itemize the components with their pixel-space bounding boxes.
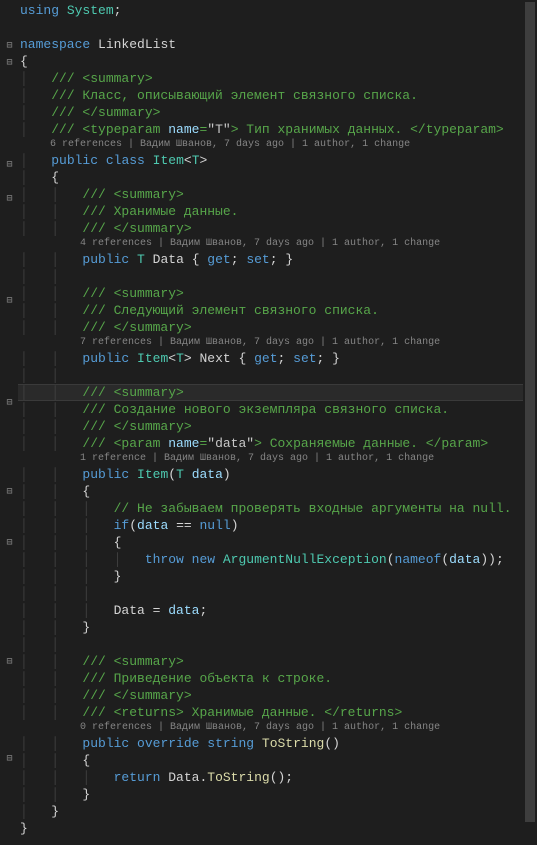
code-line[interactable]: │ │ public override string ToString() <box>18 735 537 752</box>
fold-icon[interactable] <box>4 58 15 69</box>
fold-icon[interactable] <box>4 538 15 549</box>
codelens[interactable]: 4 references | Вадим Шванов, 7 days ago … <box>18 237 537 251</box>
code-line[interactable]: │ │ <box>18 367 537 384</box>
codelens[interactable]: 6 references | Вадим Шванов, 7 days ago … <box>18 138 537 152</box>
code-line[interactable]: │ │ /// </summary> <box>18 319 537 336</box>
code-line[interactable]: │ │ /// </summary> <box>18 220 537 237</box>
code-line[interactable]: │ │ /// Приведение объекта к строке. <box>18 670 537 687</box>
code-line[interactable]: │ │ { <box>18 483 537 500</box>
codelens[interactable]: 7 references | Вадим Шванов, 7 days ago … <box>18 336 537 350</box>
code-line[interactable]: │ │ │ } <box>18 568 537 585</box>
code-line[interactable]: │ │ │ // Не забываем проверять входные а… <box>18 500 537 517</box>
fold-icon[interactable] <box>4 160 15 171</box>
code-line[interactable]: │ │ } <box>18 619 537 636</box>
code-line[interactable]: │ │ │ { <box>18 534 537 551</box>
fold-icon[interactable] <box>4 398 15 409</box>
code-line[interactable]: │ public class Item<T> <box>18 152 537 169</box>
code-line[interactable]: │ /// Класс, описывающий элемент связног… <box>18 87 537 104</box>
code-line[interactable]: │ { <box>18 169 537 186</box>
fold-icon[interactable] <box>4 657 15 668</box>
code-line[interactable]: │ │ /// <summary> <box>18 384 537 401</box>
fold-icon[interactable] <box>4 296 15 307</box>
fold-icon[interactable] <box>4 487 15 498</box>
code-line[interactable]: │ │ /// Создание нового экземпляра связн… <box>18 401 537 418</box>
code-line[interactable]: │ │ /// <param name="data"> Сохраняемые … <box>18 435 537 452</box>
code-line[interactable]: } <box>18 820 537 837</box>
code-line[interactable]: │ │ /// </summary> <box>18 418 537 435</box>
code-line[interactable]: │ /// <summary> <box>18 70 537 87</box>
code-line[interactable]: │ │ public Item(T data) <box>18 466 537 483</box>
fold-icon[interactable] <box>4 41 15 52</box>
code-area[interactable]: using System; namespace LinkedList { │ /… <box>18 0 537 845</box>
code-line[interactable]: │ │ /// </summary> <box>18 687 537 704</box>
codelens[interactable]: 0 references | Вадим Шванов, 7 days ago … <box>18 721 537 735</box>
codelens[interactable]: 1 reference | Вадим Шванов, 7 days ago |… <box>18 452 537 466</box>
code-line[interactable]: │ │ public T Data { get; set; } <box>18 251 537 268</box>
code-line[interactable]: │ │ │ if(data == null) <box>18 517 537 534</box>
code-line[interactable]: │ /// <typeparam name="T"> Тип хранимых … <box>18 121 537 138</box>
code-line[interactable]: │ │ /// Следующий элемент связного списк… <box>18 302 537 319</box>
code-line[interactable]: │ │ │ │ throw new ArgumentNullException(… <box>18 551 537 568</box>
code-line[interactable] <box>18 19 537 36</box>
code-line[interactable]: │ │ /// <summary> <box>18 653 537 670</box>
gutter[interactable] <box>0 0 18 845</box>
code-line[interactable]: │ │ │ return Data.ToString(); <box>18 769 537 786</box>
code-line[interactable]: │ │ │ <box>18 585 537 602</box>
code-line[interactable]: │ │ public Item<T> Next { get; set; } <box>18 350 537 367</box>
code-line[interactable]: │ │ <box>18 636 537 653</box>
code-editor[interactable]: using System; namespace LinkedList { │ /… <box>0 0 537 845</box>
code-line[interactable]: │ │ { <box>18 752 537 769</box>
code-line[interactable]: │ │ } <box>18 786 537 803</box>
code-line[interactable]: │ │ │ Data = data; <box>18 602 537 619</box>
code-line[interactable]: │ /// </summary> <box>18 104 537 121</box>
fold-icon[interactable] <box>4 754 15 765</box>
code-line[interactable]: namespace LinkedList <box>18 36 537 53</box>
code-line[interactable]: │ │ /// Хранимые данные. <box>18 203 537 220</box>
code-line[interactable]: │ │ /// <summary> <box>18 285 537 302</box>
code-line[interactable]: { <box>18 53 537 70</box>
fold-icon[interactable] <box>4 194 15 205</box>
code-line[interactable]: using System; <box>18 2 537 19</box>
code-line[interactable]: │ │ /// <returns> Хранимые данные. </ret… <box>18 704 537 721</box>
code-line[interactable]: │ │ /// <summary> <box>18 186 537 203</box>
code-line[interactable]: │ │ <box>18 268 537 285</box>
code-line[interactable]: │ } <box>18 803 537 820</box>
